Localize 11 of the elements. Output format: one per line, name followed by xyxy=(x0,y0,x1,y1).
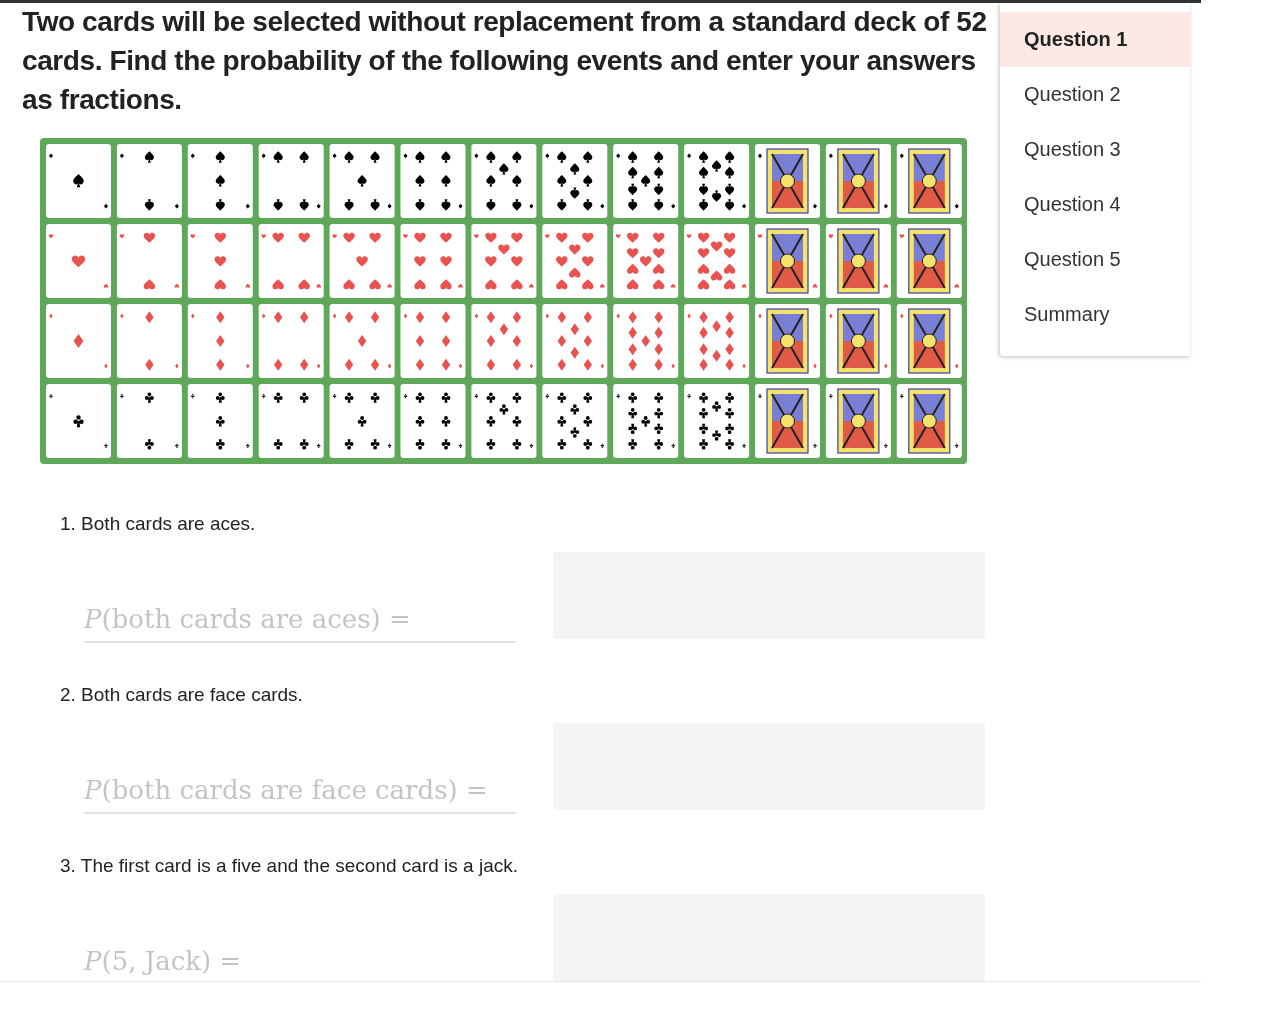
answer-box[interactable] xyxy=(553,894,985,981)
question-nav-item[interactable]: Question 3 xyxy=(1000,122,1190,177)
question-nav-item[interactable]: Question 2 xyxy=(1000,67,1190,122)
question-nav-item[interactable]: Summary xyxy=(1000,287,1190,342)
question-nav-item[interactable]: Question 4 xyxy=(1000,177,1190,232)
question-nav-item[interactable]: Question 1 xyxy=(1000,12,1190,67)
question-text: 2. Both cards are face cards. xyxy=(60,683,304,707)
instructions-text: Two cards will be selected without replacement from a standard deck of 52 cards. Find the probability of the following events and enter your answers as fractions. xyxy=(22,5,988,117)
question-nav-item[interactable]: Question 5 xyxy=(1000,232,1190,287)
question-text: 1. Both cards are aces. xyxy=(60,512,257,536)
question-text: 3. The first card is a five and the second card is a jack. xyxy=(60,854,519,878)
